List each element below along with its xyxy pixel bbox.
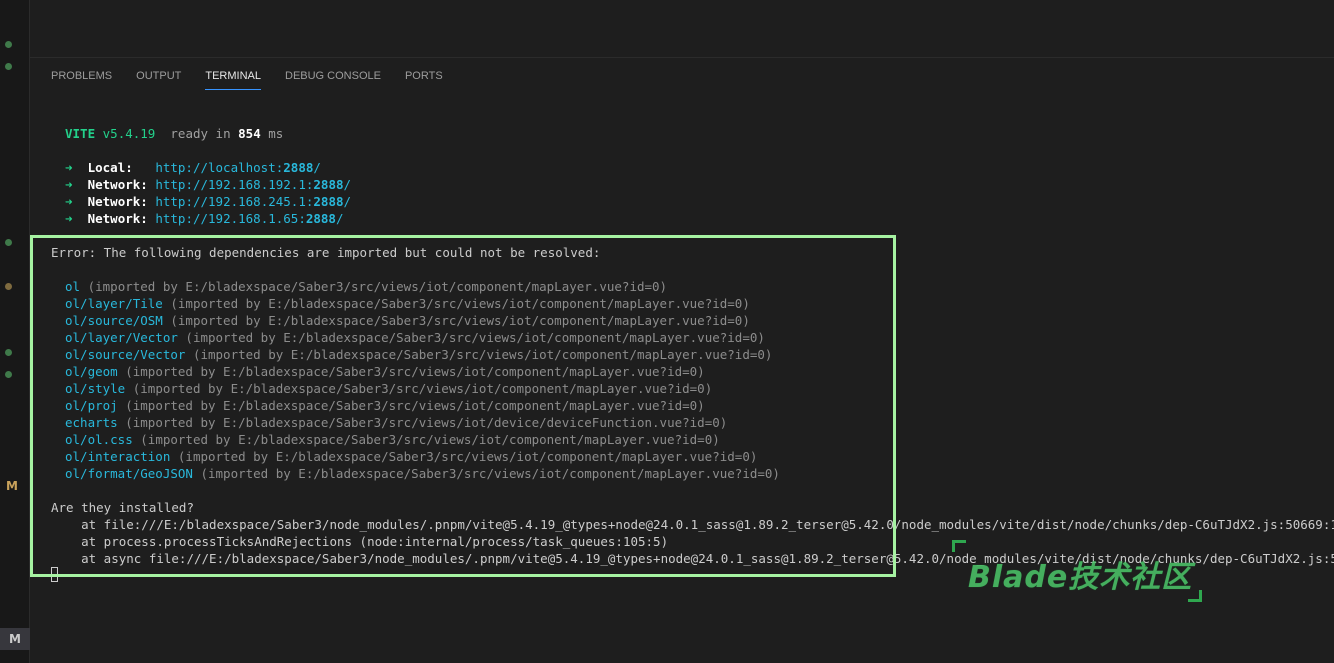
network-url-link[interactable]: http://192.168.1.65:2888/ bbox=[155, 211, 343, 226]
git-added-marker bbox=[5, 239, 12, 246]
terminal-cursor bbox=[51, 567, 58, 582]
tab-terminal[interactable]: TERMINAL bbox=[205, 68, 261, 90]
network-url-line: ➜ Network: http://192.168.245.1:2888/ bbox=[65, 194, 352, 209]
error-heading: Error: The following dependencies are im… bbox=[51, 245, 601, 260]
dep-line: ol/ol.css (imported by E:/bladexspace/Sa… bbox=[65, 432, 720, 447]
vite-ready-line: VITE v5.4.19 ready in 854 ms bbox=[65, 125, 283, 142]
editor-area bbox=[30, 0, 1334, 58]
git-added-marker bbox=[5, 63, 12, 70]
git-added-marker bbox=[5, 349, 12, 356]
dep-line: ol/proj (imported by E:/bladexspace/Sabe… bbox=[65, 398, 705, 413]
git-added-marker bbox=[5, 371, 12, 378]
scm-modified-badge-active[interactable]: M bbox=[0, 628, 30, 650]
vite-name: VITE bbox=[65, 126, 96, 141]
network-url-line: ➜ Network: http://192.168.192.1:2888/ bbox=[65, 177, 352, 192]
stack-line: at file:///E:/bladexspace/Saber3/node_mo… bbox=[51, 517, 1334, 532]
dep-line: ol/source/OSM (imported by E:/bladexspac… bbox=[65, 313, 750, 328]
ready-unit: ms bbox=[268, 126, 284, 141]
watermark: Blade技术社区 bbox=[952, 540, 1252, 604]
local-url-link[interactable]: http://localhost:2888/ bbox=[155, 160, 321, 175]
watermark-text: Blade技术社区 bbox=[968, 560, 1193, 595]
dep-line: ol/geom (imported by E:/bladexspace/Sabe… bbox=[65, 364, 705, 379]
network-url-line: ➜ Network: http://192.168.1.65:2888/ bbox=[65, 211, 344, 226]
dep-line: ol/layer/Tile (imported by E:/bladexspac… bbox=[65, 296, 750, 311]
install-question: Are they installed? bbox=[51, 500, 194, 515]
tab-problems[interactable]: PROBLEMS bbox=[51, 68, 112, 90]
watermark-bracket bbox=[952, 540, 966, 552]
dep-line: ol (imported by E:/bladexspace/Saber3/sr… bbox=[65, 279, 668, 294]
ready-ms: 854 bbox=[238, 126, 261, 141]
git-modified-marker bbox=[5, 283, 12, 290]
dep-line: ol/layer/Vector (imported by E:/bladexsp… bbox=[65, 330, 765, 345]
dep-line: ol/format/GeoJSON (imported by E:/bladex… bbox=[65, 466, 780, 481]
vscode-window: M M PROBLEMS OUTPUT TERMINAL DEBUG CONSO… bbox=[0, 0, 1334, 663]
tab-debug-console[interactable]: DEBUG CONSOLE bbox=[285, 68, 381, 90]
ready-prefix: ready in bbox=[170, 126, 231, 141]
activity-gutter: M M bbox=[0, 0, 30, 663]
scm-modified-badge: M bbox=[6, 479, 18, 493]
tab-output[interactable]: OUTPUT bbox=[136, 68, 181, 90]
stack-line: at process.processTicksAndRejections (no… bbox=[51, 534, 669, 549]
dep-line: ol/source/Vector (imported by E:/bladexs… bbox=[65, 347, 773, 362]
network-url-link[interactable]: http://192.168.192.1:2888/ bbox=[155, 177, 351, 192]
git-added-marker bbox=[5, 41, 12, 48]
watermark-bracket bbox=[1188, 590, 1202, 602]
panel-tabs: PROBLEMS OUTPUT TERMINAL DEBUG CONSOLE P… bbox=[51, 68, 467, 90]
vite-version: v5.4.19 bbox=[102, 126, 156, 141]
network-url-link[interactable]: http://192.168.245.1:2888/ bbox=[155, 194, 351, 209]
local-url-line: ➜ Local: http://localhost:2888/ bbox=[65, 160, 321, 175]
tab-ports[interactable]: PORTS bbox=[405, 68, 443, 90]
dep-line: ol/interaction (imported by E:/bladexspa… bbox=[65, 449, 758, 464]
dep-line: ol/style (imported by E:/bladexspace/Sab… bbox=[65, 381, 713, 396]
dep-line: echarts (imported by E:/bladexspace/Sabe… bbox=[65, 415, 728, 430]
